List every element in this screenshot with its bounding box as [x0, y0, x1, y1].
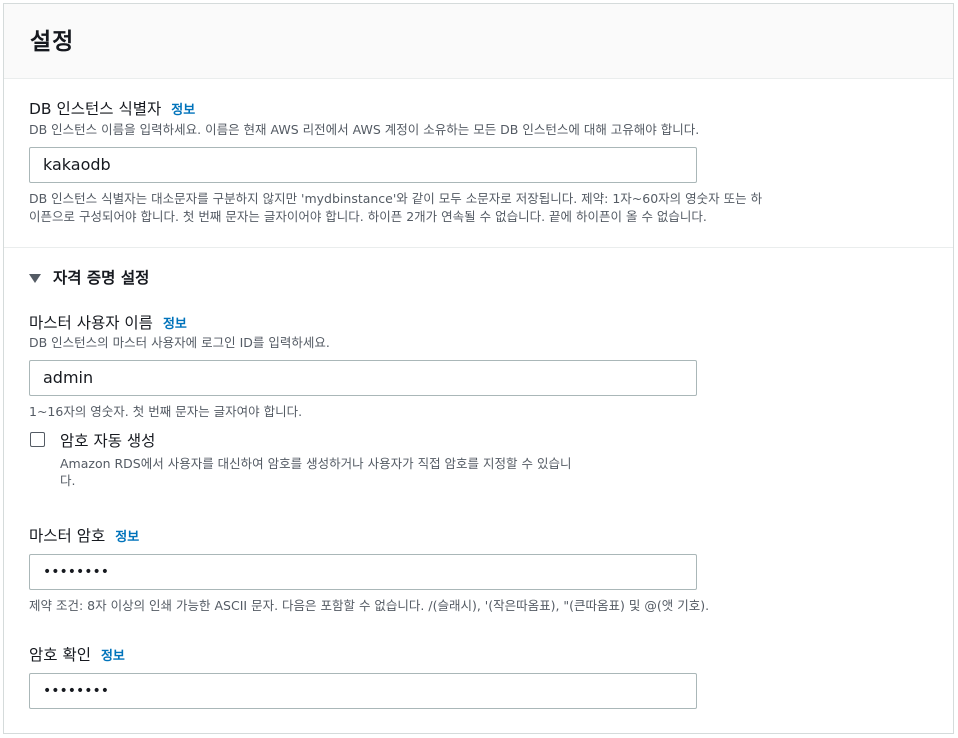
master-username-input[interactable]: admin	[29, 360, 697, 396]
master-username-label: 마스터 사용자 이름	[29, 314, 153, 332]
page-title: 설정	[30, 29, 75, 55]
auto-generate-password-label: 암호 자동 생성	[60, 432, 156, 450]
db-identifier-description: DB 인스턴스 이름을 입력하세요. 이름은 현재 AWS 리전에서 AWS 계…	[29, 122, 700, 137]
master-password-input[interactable]: ••••••••	[29, 554, 697, 590]
master-username-constraint: 1~16자의 영숫자. 첫 번째 문자는 글자여야 합니다.	[29, 404, 303, 419]
master-username-info-link[interactable]: 정보	[163, 317, 187, 332]
master-password-info-link[interactable]: 정보	[115, 530, 139, 545]
confirm-password-info-link[interactable]: 정보	[101, 649, 125, 664]
settings-panel: 설정 DB 인스턴스 식별자 정보 DB 인스턴스 이름을 입력하세요. 이름은 …	[3, 3, 954, 734]
master-password-field-label: 마스터 암호 정보	[29, 524, 139, 546]
caret-down-icon	[29, 274, 41, 283]
db-identifier-constraint-1: DB 인스턴스 식별자는 대소문자를 구분하지 않지만 'mydbinstanc…	[29, 191, 763, 206]
panel-header: 설정	[4, 4, 953, 79]
section-divider	[4, 247, 953, 248]
credentials-section-title: 자격 증명 설정	[53, 269, 150, 287]
db-identifier-constraint-2: 이픈으로 구성되어야 합니다. 첫 번째 문자는 글자이어야 합니다. 하이픈 …	[29, 209, 707, 224]
db-identifier-field-label: DB 인스턴스 식별자 정보	[29, 97, 195, 119]
master-username-field-label: 마스터 사용자 이름 정보	[29, 311, 187, 333]
master-password-label: 마스터 암호	[29, 527, 106, 545]
confirm-password-input[interactable]: ••••••••	[29, 673, 697, 709]
db-identifier-label: DB 인스턴스 식별자	[29, 100, 162, 118]
db-identifier-input[interactable]: kakaodb	[29, 147, 697, 183]
confirm-password-label: 암호 확인	[29, 646, 91, 664]
auto-generate-description-1: Amazon RDS에서 사용자를 대신하여 암호를 생성하거나 사용자가 직접…	[60, 456, 572, 471]
db-identifier-info-link[interactable]: 정보	[171, 103, 195, 118]
confirm-password-field-label: 암호 확인 정보	[29, 643, 125, 665]
master-username-description: DB 인스턴스의 마스터 사용자에 로그인 ID를 입력하세요.	[29, 335, 330, 350]
auto-generate-description-2: 다.	[60, 473, 76, 488]
master-password-constraint: 제약 조건: 8자 이상의 인쇄 가능한 ASCII 문자. 다음은 포함할 수…	[29, 598, 710, 613]
credentials-section-toggle[interactable]: 자격 증명 설정	[29, 266, 149, 288]
auto-generate-password-checkbox[interactable]	[30, 432, 45, 447]
